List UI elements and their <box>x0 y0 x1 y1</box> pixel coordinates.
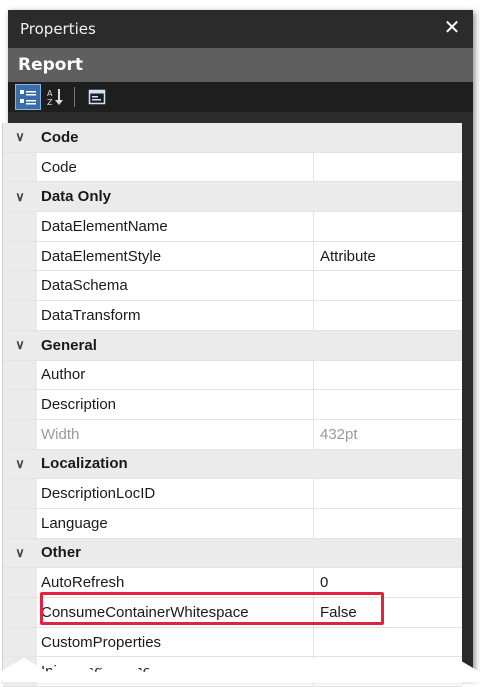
category-row[interactable]: ∨ Localization <box>3 449 462 480</box>
property-value[interactable]: Attribute <box>314 242 462 271</box>
svg-text:Z: Z <box>47 98 53 106</box>
chevron-down-icon[interactable]: ∨ <box>3 182 37 212</box>
property-row[interactable]: DescriptionLocID <box>3 479 462 509</box>
object-name-label: Report <box>18 55 83 75</box>
property-name: Language <box>37 508 314 538</box>
property-value[interactable] <box>314 271 462 300</box>
category-label: Other <box>41 544 82 562</box>
category-row[interactable]: ∨ Code <box>3 123 462 153</box>
property-row[interactable]: ConsumeContainerWhitespace False <box>3 598 462 628</box>
row-gutter <box>3 212 37 241</box>
row-gutter <box>3 390 37 419</box>
property-name: ConsumeContainerWhitespace <box>37 598 314 627</box>
property-row[interactable]: AutoRefresh 0 <box>3 568 462 598</box>
row-gutter <box>3 479 37 508</box>
property-value[interactable] <box>314 212 462 241</box>
property-value[interactable] <box>314 509 462 538</box>
row-gutter <box>3 598 37 627</box>
category-row[interactable]: ∨ Other <box>3 538 462 569</box>
property-name: Width <box>37 419 314 449</box>
property-name: Description <box>37 390 314 419</box>
property-value[interactable]: 0 <box>314 568 462 597</box>
property-value[interactable] <box>314 479 462 508</box>
categorized-button[interactable] <box>15 84 41 110</box>
property-pages-icon <box>88 89 106 105</box>
property-name: Author <box>37 360 314 390</box>
category-label: General <box>41 336 97 354</box>
property-value[interactable]: 432pt <box>314 420 462 449</box>
property-name: Code <box>37 152 314 182</box>
panel-title: Properties <box>20 20 96 38</box>
property-value[interactable] <box>314 390 462 419</box>
row-gutter <box>3 301 37 330</box>
chevron-down-icon[interactable]: ∨ <box>3 449 37 479</box>
categorized-icon <box>20 90 36 105</box>
property-value[interactable] <box>314 153 462 182</box>
property-name: AutoRefresh <box>37 568 314 597</box>
category-label: Localization <box>41 455 128 473</box>
chevron-down-icon[interactable]: ∨ <box>3 330 37 360</box>
sort-alphabetical-icon: A Z <box>47 89 63 106</box>
property-row[interactable]: Width 432pt <box>3 419 462 450</box>
property-row[interactable]: DataElementName <box>3 212 462 242</box>
category-row[interactable]: ∨ General <box>3 330 462 361</box>
category-label: Data Only <box>41 188 112 206</box>
svg-text:A: A <box>47 89 53 98</box>
property-row[interactable]: Author <box>3 360 462 391</box>
chevron-down-icon[interactable]: ∨ <box>3 538 37 568</box>
selected-object-name: Report <box>8 48 473 82</box>
row-gutter <box>3 419 37 449</box>
property-name: DataTransform <box>37 301 314 330</box>
property-row[interactable]: Description <box>3 390 462 420</box>
property-grid: ∨ Code Code ∨ Data Only DataElementName DataEl… <box>2 123 462 687</box>
property-pages-button[interactable] <box>85 85 109 109</box>
property-value[interactable]: False <box>314 598 462 627</box>
property-row[interactable]: DataTransform <box>3 301 462 331</box>
toolbar-separator <box>74 87 75 107</box>
row-gutter <box>3 271 37 301</box>
property-name: DataElementStyle <box>37 241 314 271</box>
row-gutter <box>3 568 37 597</box>
property-name: DescriptionLocID <box>37 479 314 508</box>
row-gutter <box>3 508 37 538</box>
row-gutter <box>3 360 37 390</box>
panel-titlebar: Properties ✕ <box>8 10 473 48</box>
property-row[interactable]: DataSchema <box>3 271 462 302</box>
property-row[interactable]: DataElementStyle Attribute <box>3 241 462 272</box>
category-label: Code <box>41 128 79 146</box>
close-icon[interactable]: ✕ <box>441 16 463 38</box>
chevron-down-icon[interactable]: ∨ <box>3 123 37 152</box>
property-name: DataElementName <box>37 212 314 241</box>
property-row[interactable]: Code <box>3 152 462 183</box>
property-name: DataSchema <box>37 271 314 301</box>
row-gutter <box>3 152 37 182</box>
sort-alphabetical-button[interactable]: A Z <box>44 85 68 109</box>
property-value[interactable] <box>314 361 462 390</box>
category-row[interactable]: ∨ Data Only <box>3 182 462 213</box>
properties-toolbar: A Z <box>8 82 473 112</box>
row-gutter <box>3 241 37 271</box>
property-row[interactable]: Language <box>3 508 462 539</box>
property-value[interactable] <box>314 301 462 330</box>
